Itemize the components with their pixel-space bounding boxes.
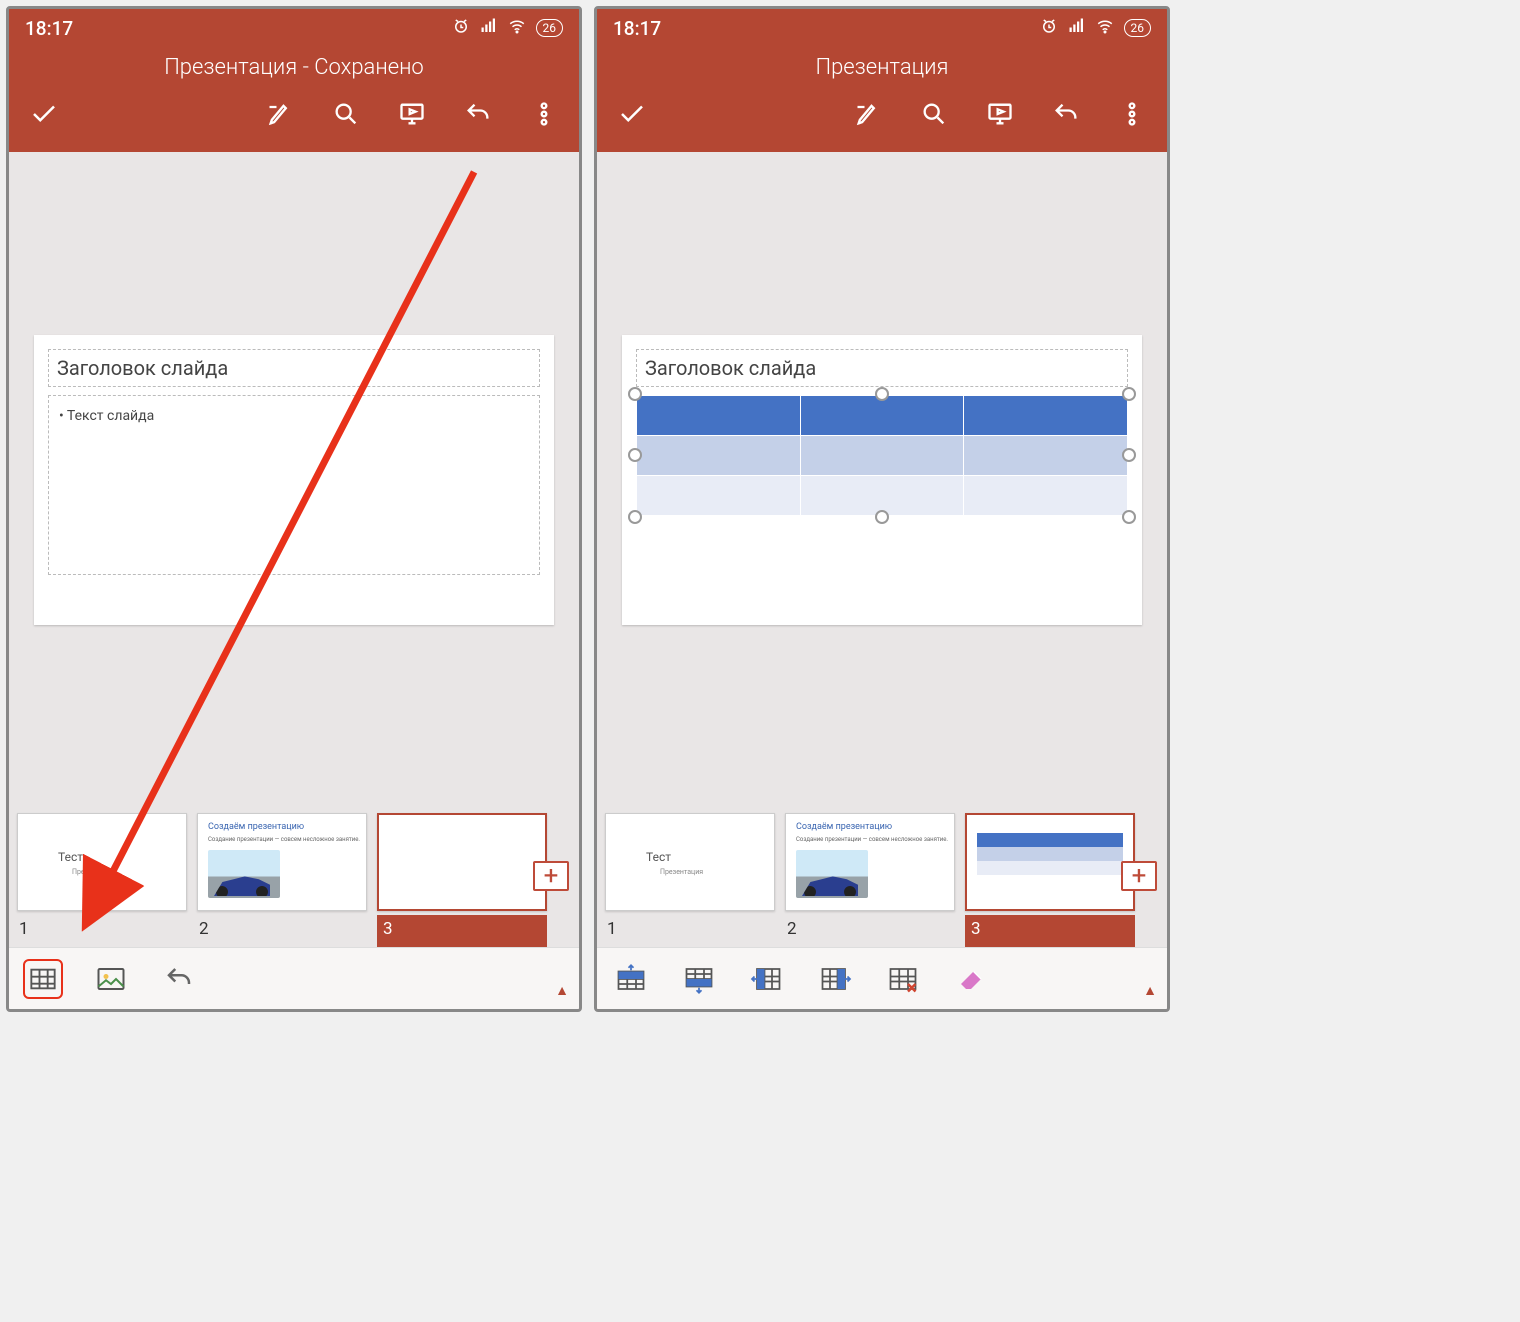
eraser-icon[interactable] [951,959,991,999]
insert-column-left-icon[interactable] [747,959,787,999]
add-slide-button[interactable]: + [1121,861,1157,891]
thumbnail-title: Создаём презентацию [208,822,304,832]
thumbnail-number: 1 [605,915,775,947]
thumbnail-body: Создание презентации — совсем несложное … [796,836,948,843]
alarm-icon [452,17,470,39]
thumbnail-title: Тест [646,850,671,864]
slide-thumbnail-1[interactable]: Тест Презентация [17,813,187,911]
insert-row-above-icon[interactable] [611,959,651,999]
battery-badge: 26 [536,19,564,37]
thumbnail-subtitle: Презентация [72,868,115,876]
app-toolbar [9,88,579,152]
wifi-icon [508,17,526,39]
insert-column-right-icon[interactable] [815,959,855,999]
insert-row-below-icon[interactable] [679,959,719,999]
status-time: 18:17 [613,17,661,40]
done-check-icon[interactable] [29,99,59,129]
undo-icon[interactable] [1051,99,1081,129]
done-check-icon[interactable] [617,99,647,129]
app-title: Презентация - Сохранено [9,47,579,88]
thumbnail-number: 3 [377,915,547,947]
thumbnail-number: 2 [785,915,955,947]
thumbnail-number: 2 [197,915,367,947]
status-time: 18:17 [25,17,73,40]
app-title: Презентация [597,47,1167,88]
title-placeholder[interactable]: Заголовок слайда [636,349,1128,387]
table-object[interactable] [636,395,1128,516]
signal-icon [1068,17,1086,39]
undo-icon[interactable] [463,99,493,129]
more-vert-icon[interactable] [1117,99,1147,129]
selection-handle[interactable] [875,387,889,401]
selection-handle[interactable] [628,448,642,462]
thumbnail-image [208,850,280,898]
add-slide-button[interactable]: + [533,861,569,891]
slide-canvas[interactable]: Заголовок слайда • Текст слайда [34,335,554,625]
slide-thumbnail-3[interactable] [377,813,547,911]
thumbnail-number: 3 [965,915,1135,947]
slide-thumbnail-2[interactable]: Создаём презентацию Создание презентации… [197,813,367,911]
delete-table-icon[interactable] [883,959,923,999]
selection-handle[interactable] [1122,387,1136,401]
signal-icon [480,17,498,39]
workspace: Заголовок слайда [597,152,1167,1009]
thumbnail-table [977,833,1123,875]
slide-thumbnail-2[interactable]: Создаём презентацию Создание презентации… [785,813,955,911]
present-icon[interactable] [985,99,1015,129]
body-placeholder[interactable]: • Текст слайда [48,395,540,575]
battery-badge: 26 [1124,19,1152,37]
slide-thumbnail-1[interactable]: Тест Презентация [605,813,775,911]
app-toolbar [597,88,1167,152]
workspace: Заголовок слайда • Текст слайда Тест Пре… [9,152,579,1009]
thumbnail-title: Тест [58,850,83,864]
thumbnail-body: Создание презентации — совсем несложное … [208,836,360,843]
slide-canvas[interactable]: Заголовок слайда [622,335,1142,625]
inserted-table[interactable] [636,395,1128,516]
wifi-icon [1096,17,1114,39]
phone-screenshot-left: 18:17 26 Презентация - Сохранено [6,6,582,1012]
thumbnail-subtitle: Презентация [660,868,703,876]
selection-handle[interactable] [1122,448,1136,462]
thumbnail-title: Создаём презентацию [796,822,892,832]
present-icon[interactable] [397,99,427,129]
selection-handle[interactable] [1122,510,1136,524]
alarm-icon [1040,17,1058,39]
undo-icon[interactable] [159,959,199,999]
slide-thumbnail-3[interactable] [965,813,1135,911]
search-icon[interactable] [331,99,361,129]
bottom-toolbar: ▲ [9,947,579,1009]
thumbnail-number: 1 [17,915,187,947]
selection-handle[interactable] [628,387,642,401]
status-bar: 18:17 26 [9,9,579,47]
insert-image-icon[interactable] [91,959,131,999]
selection-handle[interactable] [628,510,642,524]
insert-table-icon[interactable] [23,959,63,999]
selection-handle[interactable] [875,510,889,524]
bottom-toolbar: ▲ [597,947,1167,1009]
slide-thumbnails: Тест Презентация 1 Создаём презентацию С… [9,807,579,947]
phone-screenshot-right: 18:17 26 Презентация [594,6,1170,1012]
title-placeholder[interactable]: Заголовок слайда [48,349,540,387]
draw-pen-icon[interactable] [265,99,295,129]
expand-toolbar-icon[interactable]: ▲ [555,982,569,999]
status-bar: 18:17 26 [597,9,1167,47]
draw-pen-icon[interactable] [853,99,883,129]
expand-toolbar-icon[interactable]: ▲ [1143,982,1157,999]
thumbnail-image [796,850,868,898]
more-vert-icon[interactable] [529,99,559,129]
slide-thumbnails: Тест Презентация 1 Создаём презентацию С… [597,807,1167,947]
search-icon[interactable] [919,99,949,129]
